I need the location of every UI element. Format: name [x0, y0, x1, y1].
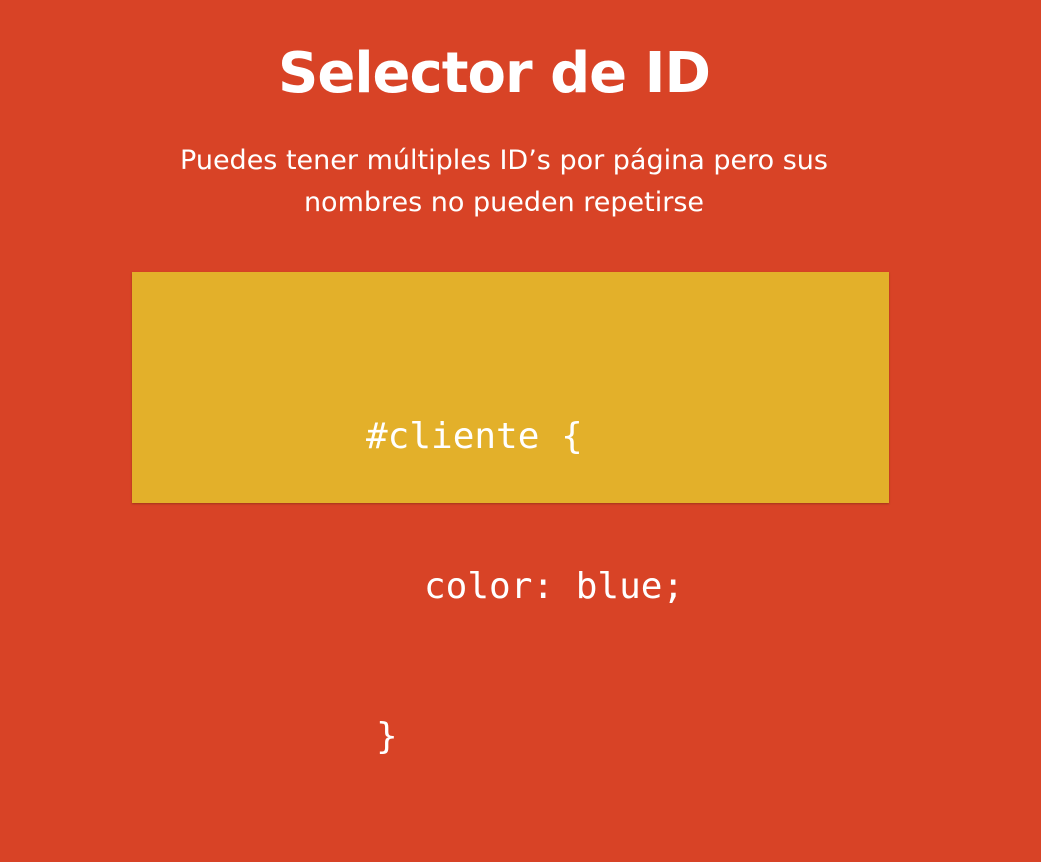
code-line: color: blue; — [424, 566, 685, 607]
slide-title: Selector de ID — [278, 41, 711, 106]
slide-subtitle: Puedes tener múltiples ID’s por página p… — [0, 140, 1008, 224]
code-line: } — [376, 716, 398, 757]
code-block: #cliente { color: blue; } — [132, 272, 889, 757]
code-line: #cliente { — [366, 416, 583, 457]
subtitle-line: nombres no pueden repetirse — [303, 187, 705, 218]
subtitle-line: Puedes tener múltiples ID’s por página p… — [180, 145, 828, 176]
code-snippet: #cliente { color: blue; } — [366, 312, 684, 862]
slide: Selector de ID Puedes tener múltiples ID… — [0, 0, 1041, 757]
